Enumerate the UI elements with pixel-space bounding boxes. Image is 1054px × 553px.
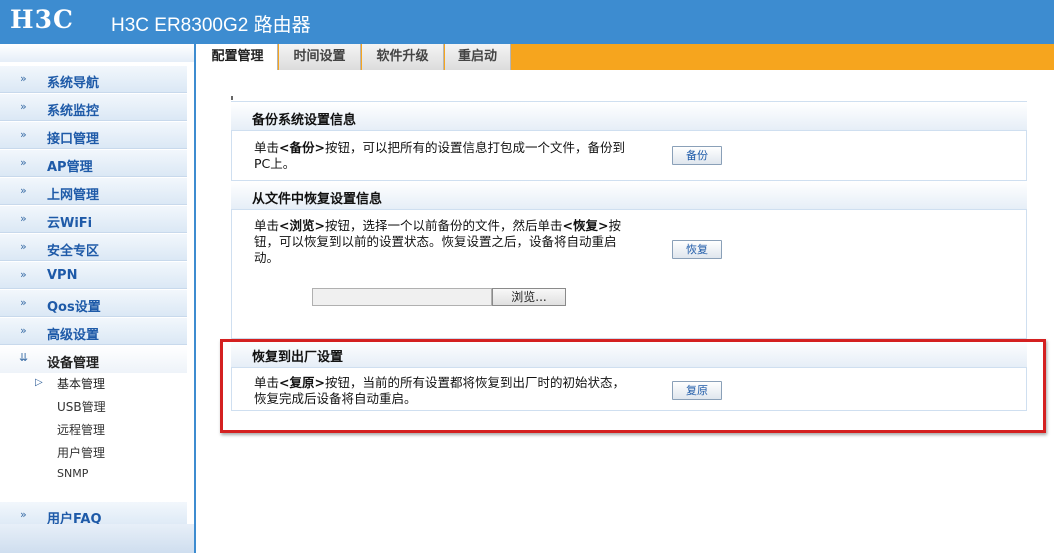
sidebar-item-qos[interactable]: » Qos设置 — [0, 290, 187, 317]
backup-description: 单击<备份>按钮，可以把所有的设置信息打包成一个文件，备份到PC上。 — [254, 140, 625, 171]
section-title: 备份系统设置信息 — [252, 113, 357, 128]
sidebar-item-interface[interactable]: » 接口管理 — [0, 122, 187, 149]
sidebar-subitem-snmp[interactable]: SNMP — [57, 467, 88, 480]
restore-description: 单击<浏览>按钮，选择一个以前备份的文件，然后单击<恢复>按钮，可以恢复到以前的… — [254, 218, 621, 265]
sidebar-subitem-usb[interactable]: USB管理 — [57, 398, 106, 415]
top-header: H3C H3C ER8300G2 路由器 — [0, 0, 1054, 44]
sidebar-item-label: 云WiFi — [47, 216, 93, 231]
double-chevron-right-icon: » — [20, 240, 27, 253]
tab-bar: 配置管理 时间设置 软件升级 重启动 — [198, 44, 1054, 70]
double-chevron-right-icon: » — [20, 72, 27, 85]
sidebar-item-security[interactable]: » 安全专区 — [0, 234, 187, 261]
section-body-backup: 单击<备份>按钮，可以把所有的设置信息打包成一个文件，备份到PC上。 备份 — [231, 131, 1027, 181]
sidebar-bottom-strip — [0, 524, 194, 553]
tab-config-management[interactable]: 配置管理 — [198, 44, 278, 70]
sidebar-item-label: 接口管理 — [47, 132, 100, 147]
section-header-backup: 备份系统设置信息 — [231, 101, 1027, 131]
sidebar-item-internet[interactable]: » 上网管理 — [0, 178, 187, 205]
sidebar-item-label: 上网管理 — [47, 188, 100, 203]
sidebar-item-advanced[interactable]: » 高级设置 — [0, 318, 187, 345]
double-chevron-right-icon: » — [20, 128, 27, 141]
section-body-restore: 单击<浏览>按钮，选择一个以前备份的文件，然后单击<恢复>按钮，可以恢复到以前的… — [231, 210, 1027, 340]
h3c-logo: H3C — [10, 5, 74, 34]
product-title: H3C ER8300G2 路由器 — [111, 15, 311, 36]
tab-time-settings[interactable]: 时间设置 — [279, 44, 361, 70]
double-chevron-right-icon: » — [20, 324, 27, 337]
restore-button[interactable]: 恢复 — [672, 240, 722, 259]
corner-mark — [231, 96, 233, 100]
router-admin-page: H3C H3C ER8300G2 路由器 » 系统导航 » 系统监控 » 接口管… — [0, 0, 1054, 553]
backup-button[interactable]: 备份 — [672, 146, 722, 165]
sidebar-item-device-management[interactable]: ⇊ 设备管理 — [0, 346, 187, 373]
sidebar-item-label: 系统导航 — [47, 76, 100, 91]
sidebar-top-strip — [0, 44, 194, 62]
double-chevron-right-icon: » — [20, 156, 27, 169]
double-chevron-right-icon: » — [20, 184, 27, 197]
double-chevron-down-icon: ⇊ — [19, 351, 29, 364]
section-header-restore: 从文件中恢复设置信息 — [231, 180, 1027, 210]
sidebar-item-label: Qos设置 — [47, 300, 101, 315]
highlight-annotation-box — [220, 339, 1046, 433]
browse-button[interactable]: 浏览... — [492, 288, 566, 306]
sidebar-item-cloud-wifi[interactable]: » 云WiFi — [0, 206, 187, 233]
sidebar-subitem-basic[interactable]: 基本管理 — [57, 375, 105, 392]
sidebar-subitem-remote[interactable]: 远程管理 — [57, 421, 105, 438]
tab-reboot[interactable]: 重启动 — [445, 44, 511, 70]
double-chevron-right-icon: » — [20, 212, 27, 225]
sidebar-item-ap[interactable]: » AP管理 — [0, 150, 187, 177]
file-path-input[interactable] — [312, 288, 492, 306]
sidebar-item-label: 高级设置 — [47, 328, 100, 343]
double-chevron-right-icon: » — [20, 508, 27, 521]
sidebar-item-system-nav[interactable]: » 系统导航 — [0, 66, 187, 93]
sidebar-item-vpn[interactable]: » VPN — [0, 262, 187, 289]
chevron-right-icon: ▷ — [35, 377, 43, 388]
sidebar-item-label: AP管理 — [47, 160, 93, 175]
tab-software-upgrade[interactable]: 软件升级 — [362, 44, 444, 70]
sidebar-subitem-users[interactable]: 用户管理 — [57, 444, 105, 461]
sidebar: » 系统导航 » 系统监控 » 接口管理 » AP管理 » 上网管理 » 云Wi… — [0, 44, 196, 553]
sidebar-item-label: 设备管理 — [47, 356, 100, 371]
sidebar-item-system-monitor[interactable]: » 系统监控 — [0, 94, 187, 121]
sidebar-item-label: 系统监控 — [47, 104, 100, 119]
double-chevron-right-icon: » — [20, 296, 27, 309]
double-chevron-right-icon: » — [20, 100, 27, 113]
sidebar-item-label: VPN — [47, 268, 78, 283]
sidebar-item-label: 安全专区 — [47, 244, 100, 259]
double-chevron-right-icon: » — [20, 268, 27, 281]
section-title: 从文件中恢复设置信息 — [252, 192, 383, 207]
